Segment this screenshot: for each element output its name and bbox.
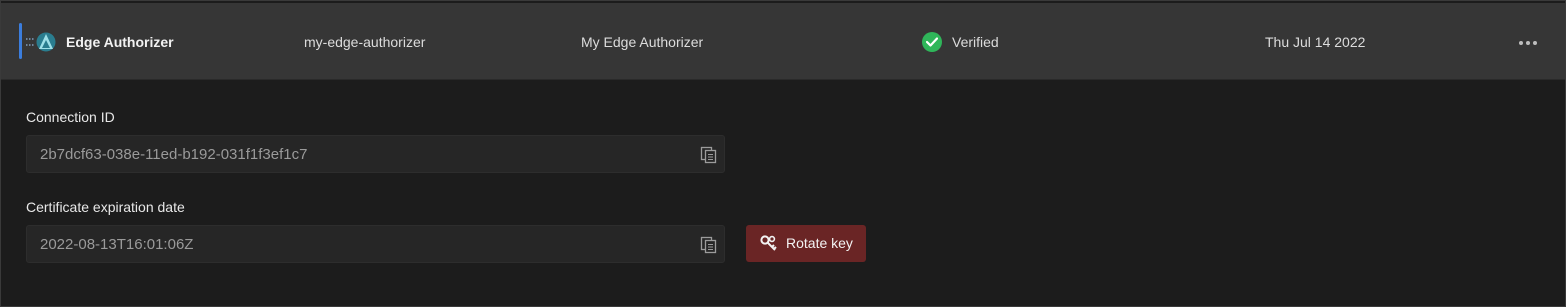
connection-id-field: 2b7dcf63-038e-11ed-b192-031f1f3ef1c7 — [26, 135, 725, 173]
connection-id-label: Connection ID — [26, 109, 115, 125]
row-accent-bar — [19, 23, 22, 59]
created-date: Thu Jul 14 2022 — [1265, 34, 1366, 50]
copy-icon[interactable] — [700, 236, 718, 254]
copy-icon[interactable] — [700, 146, 718, 164]
authorizer-slug: my-edge-authorizer — [304, 34, 426, 50]
rotate-key-label: Rotate key — [786, 235, 853, 251]
authorizer-row[interactable]: Edge Authorizer my-edge-authorizer My Ed… — [1, 3, 1565, 80]
more-horizontal-icon[interactable] — [1516, 33, 1540, 51]
rotate-key-button[interactable]: Rotate key — [746, 225, 866, 262]
authorizer-name: Edge Authorizer — [66, 34, 174, 50]
authorizer-panel: Edge Authorizer my-edge-authorizer My Ed… — [0, 0, 1566, 307]
certificate-expiration-value: 2022-08-13T16:01:06Z — [40, 236, 194, 253]
certificate-expiration-field: 2022-08-13T16:01:06Z — [26, 225, 725, 263]
certificate-expiration-label: Certificate expiration date — [26, 199, 185, 215]
authorizer-description: My Edge Authorizer — [581, 34, 704, 50]
check-circle-icon — [922, 31, 942, 52]
key-icon — [760, 235, 777, 251]
connection-id-value: 2b7dcf63-038e-11ed-b192-031f1f3ef1c7 — [40, 146, 308, 163]
status-text: Verified — [952, 34, 999, 50]
edge-authorizer-logo-icon — [26, 32, 56, 52]
status-badge: Verified — [922, 3, 999, 79]
